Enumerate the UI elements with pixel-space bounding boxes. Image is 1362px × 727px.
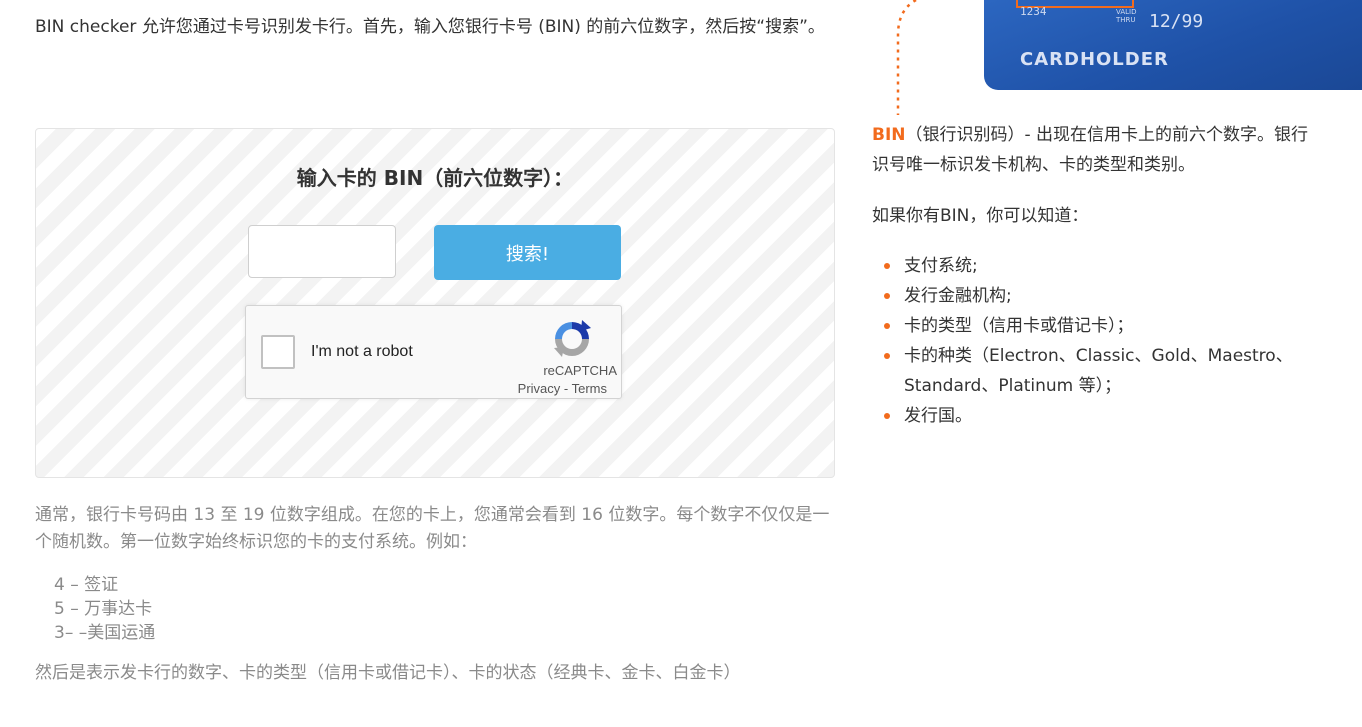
dotted-connector — [896, 0, 917, 115]
recaptcha-label: I'm not a robot — [311, 343, 413, 360]
example-item: 3– –美国运通 — [54, 623, 156, 643]
examples-list: 4 – 签证 5 – 万事达卡 3– –美国运通 — [54, 573, 155, 645]
after-text: 然后是表示发卡行的数字、卡的类型（信用卡或借记卡）、卡的状态（经典卡、金卡、白金… — [35, 663, 741, 683]
recaptcha-privacy-link[interactable]: Privacy — [518, 381, 561, 396]
bullet-icon — [884, 323, 890, 329]
card-illustration: 1234 VALID THRU 12/99 CARDHOLDER — [984, 0, 1362, 90]
if-bin-text: 如果你有BIN，你可以知道： — [872, 206, 1089, 226]
recaptcha-widget: I'm not a robot reCAPTCHA Privacy - Term… — [245, 305, 622, 399]
bin-checker-panel: 输入卡的 BIN（前六位数字）： 搜索! I'm not a robot reC… — [35, 128, 835, 478]
bin-info-list: 支付系统; 发行金融机构; 卡的类型（信用卡或借记卡）； 卡的种类（Electr… — [872, 251, 1332, 431]
recaptcha-brand: reCAPTCHA — [543, 363, 617, 378]
list-item: 卡的类型（信用卡或借记卡）； — [872, 311, 1332, 341]
recaptcha-logo-icon — [554, 320, 591, 357]
bullet-icon — [884, 263, 890, 269]
list-item: 发行金融机构; — [872, 281, 1332, 311]
checker-title: 输入卡的 BIN（前六位数字）： — [296, 166, 574, 190]
search-button[interactable]: 搜索! — [434, 225, 621, 280]
recaptcha-links: Privacy - Terms — [518, 381, 607, 396]
intro-text: BIN checker 允许您通过卡号识别发卡行。首先，输入您银行卡号 (BIN… — [35, 17, 825, 37]
bullet-icon — [884, 353, 890, 359]
card-expiry-label: VALID THRU — [1116, 8, 1137, 24]
bin-definition: BIN（银行识别码）- 出现在信用卡上的前六个数字。银行 — [872, 120, 1362, 150]
recaptcha-checkbox[interactable] — [261, 335, 295, 369]
bullet-icon — [884, 293, 890, 299]
bullet-icon — [884, 413, 890, 419]
example-item: 4 – 签证 — [54, 575, 119, 595]
list-item: 支付系统; — [872, 251, 1332, 281]
list-item: 卡的种类（Electron、Classic、Gold、Maestro、Stand… — [872, 341, 1332, 401]
explanation-text: 通常，银行卡号码由 13 至 19 位数字组成。在您的卡上，您通常会看到 16 … — [35, 505, 830, 552]
bin-keyword: BIN — [872, 125, 906, 145]
list-item: 发行国。 — [872, 401, 1332, 431]
bin-definition-text: （银行识别码）- 出现在信用卡上的前六个数字。银行 — [905, 125, 1309, 145]
card-holder: CARDHOLDER — [1020, 49, 1169, 70]
recaptcha-link-separator: - — [560, 381, 572, 396]
example-item: 5 – 万事达卡 — [54, 599, 153, 619]
recaptcha-terms-link[interactable]: Terms — [572, 381, 607, 396]
bin-input[interactable] — [248, 225, 396, 278]
card-expiry: 12/99 — [1149, 11, 1204, 32]
bin-definition-cont: 识号唯一标识发卡机构、卡的类型和类别。 — [872, 155, 1195, 175]
card-small-number: 1234 — [1020, 5, 1047, 18]
